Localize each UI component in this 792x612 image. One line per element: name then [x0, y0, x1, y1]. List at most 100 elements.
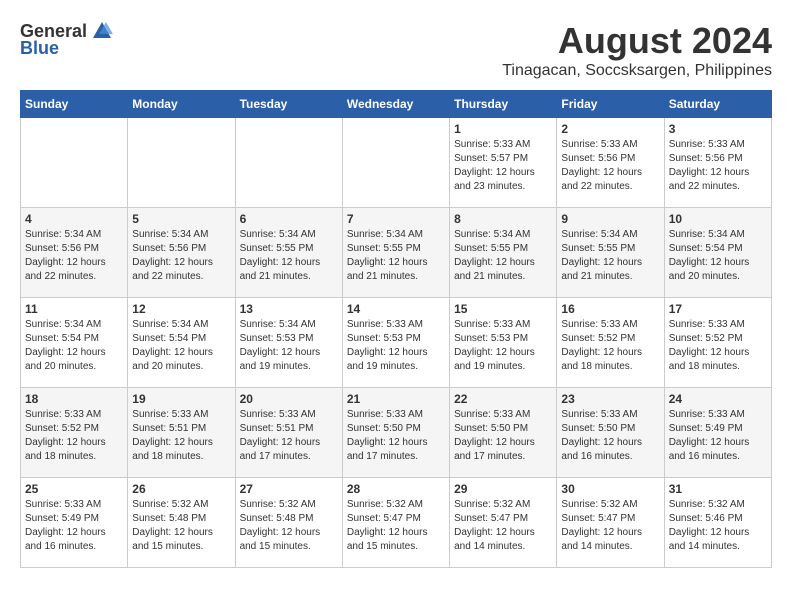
calendar-cell: [342, 118, 449, 208]
calendar-cell: [21, 118, 128, 208]
calendar-header-row: SundayMondayTuesdayWednesdayThursdayFrid…: [21, 91, 772, 118]
day-number: 12: [132, 302, 230, 316]
calendar-cell: 20 Sunrise: 5:33 AMSunset: 5:51 PMDayligh…: [235, 388, 342, 478]
day-number: 8: [454, 212, 552, 226]
calendar-cell: 16 Sunrise: 5:33 AMSunset: 5:52 PMDayligh…: [557, 298, 664, 388]
calendar-header-monday: Monday: [128, 91, 235, 118]
calendar-cell: 30 Sunrise: 5:32 AMSunset: 5:47 PMDayligh…: [557, 478, 664, 568]
calendar-header-sunday: Sunday: [21, 91, 128, 118]
day-number: 11: [25, 302, 123, 316]
day-number: 22: [454, 392, 552, 406]
day-info: Sunrise: 5:34 AMSunset: 5:54 PMDaylight:…: [669, 228, 767, 284]
day-number: 5: [132, 212, 230, 226]
calendar-cell: 13 Sunrise: 5:34 AMSunset: 5:53 PMDayligh…: [235, 298, 342, 388]
title-section: August 2024 Tinagacan, Soccsksargen, Phi…: [502, 20, 772, 80]
calendar-cell: 1 Sunrise: 5:33 AMSunset: 5:57 PMDaylight…: [450, 118, 557, 208]
day-info: Sunrise: 5:34 AMSunset: 5:55 PMDaylight:…: [561, 228, 659, 284]
calendar-week-2: 4 Sunrise: 5:34 AMSunset: 5:56 PMDaylight…: [21, 208, 772, 298]
day-info: Sunrise: 5:32 AMSunset: 5:48 PMDaylight:…: [132, 498, 230, 554]
day-info: Sunrise: 5:33 AMSunset: 5:51 PMDaylight:…: [132, 408, 230, 464]
day-number: 7: [347, 212, 445, 226]
day-number: 26: [132, 482, 230, 496]
day-number: 23: [561, 392, 659, 406]
day-info: Sunrise: 5:34 AMSunset: 5:56 PMDaylight:…: [25, 228, 123, 284]
day-number: 3: [669, 122, 767, 136]
day-info: Sunrise: 5:32 AMSunset: 5:47 PMDaylight:…: [347, 498, 445, 554]
day-number: 14: [347, 302, 445, 316]
calendar-cell: 22 Sunrise: 5:33 AMSunset: 5:50 PMDayligh…: [450, 388, 557, 478]
day-number: 18: [25, 392, 123, 406]
day-number: 16: [561, 302, 659, 316]
calendar-header-thursday: Thursday: [450, 91, 557, 118]
day-info: Sunrise: 5:34 AMSunset: 5:54 PMDaylight:…: [25, 318, 123, 374]
day-number: 20: [240, 392, 338, 406]
calendar-cell: 3 Sunrise: 5:33 AMSunset: 5:56 PMDaylight…: [664, 118, 771, 208]
day-info: Sunrise: 5:33 AMSunset: 5:56 PMDaylight:…: [669, 138, 767, 194]
day-info: Sunrise: 5:33 AMSunset: 5:51 PMDaylight:…: [240, 408, 338, 464]
calendar-header-saturday: Saturday: [664, 91, 771, 118]
day-number: 17: [669, 302, 767, 316]
calendar-cell: 17 Sunrise: 5:33 AMSunset: 5:52 PMDayligh…: [664, 298, 771, 388]
day-number: 21: [347, 392, 445, 406]
day-info: Sunrise: 5:32 AMSunset: 5:47 PMDaylight:…: [561, 498, 659, 554]
calendar-cell: 26 Sunrise: 5:32 AMSunset: 5:48 PMDayligh…: [128, 478, 235, 568]
day-number: 4: [25, 212, 123, 226]
calendar-cell: 10Sunrise: 5:34 AMSunset: 5:54 PMDayligh…: [664, 208, 771, 298]
calendar: SundayMondayTuesdayWednesdayThursdayFrid…: [20, 90, 772, 568]
day-number: 27: [240, 482, 338, 496]
calendar-header-tuesday: Tuesday: [235, 91, 342, 118]
calendar-cell: 14 Sunrise: 5:33 AMSunset: 5:53 PMDayligh…: [342, 298, 449, 388]
calendar-cell: 31 Sunrise: 5:32 AMSunset: 5:46 PMDayligh…: [664, 478, 771, 568]
day-number: 24: [669, 392, 767, 406]
calendar-cell: 29 Sunrise: 5:32 AMSunset: 5:47 PMDayligh…: [450, 478, 557, 568]
day-info: Sunrise: 5:34 AMSunset: 5:56 PMDaylight:…: [132, 228, 230, 284]
day-number: 25: [25, 482, 123, 496]
day-number: 30: [561, 482, 659, 496]
calendar-cell: 24 Sunrise: 5:33 AMSunset: 5:49 PMDayligh…: [664, 388, 771, 478]
logo: General Blue: [20, 20, 113, 59]
day-info: Sunrise: 5:33 AMSunset: 5:52 PMDaylight:…: [561, 318, 659, 374]
calendar-week-4: 18Sunrise: 5:33 AMSunset: 5:52 PMDayligh…: [21, 388, 772, 478]
calendar-cell: 23Sunrise: 5:33 AMSunset: 5:50 PMDayligh…: [557, 388, 664, 478]
day-info: Sunrise: 5:33 AMSunset: 5:56 PMDaylight:…: [561, 138, 659, 194]
day-info: Sunrise: 5:33 AMSunset: 5:49 PMDaylight:…: [669, 408, 767, 464]
calendar-cell: 11 Sunrise: 5:34 AMSunset: 5:54 PMDayligh…: [21, 298, 128, 388]
calendar-cell: 15 Sunrise: 5:33 AMSunset: 5:53 PMDayligh…: [450, 298, 557, 388]
day-number: 1: [454, 122, 552, 136]
day-number: 15: [454, 302, 552, 316]
day-number: 29: [454, 482, 552, 496]
calendar-week-3: 11 Sunrise: 5:34 AMSunset: 5:54 PMDayligh…: [21, 298, 772, 388]
day-info: Sunrise: 5:34 AMSunset: 5:55 PMDaylight:…: [240, 228, 338, 284]
calendar-cell: 25 Sunrise: 5:33 AMSunset: 5:49 PMDayligh…: [21, 478, 128, 568]
calendar-cell: 9 Sunrise: 5:34 AMSunset: 5:55 PMDaylight…: [557, 208, 664, 298]
calendar-cell: 18Sunrise: 5:33 AMSunset: 5:52 PMDayligh…: [21, 388, 128, 478]
day-number: 13: [240, 302, 338, 316]
header: General Blue August 2024 Tinagacan, Socc…: [20, 20, 772, 80]
logo-blue: Blue: [20, 38, 59, 59]
day-info: Sunrise: 5:33 AMSunset: 5:49 PMDaylight:…: [25, 498, 123, 554]
calendar-header-friday: Friday: [557, 91, 664, 118]
day-info: Sunrise: 5:32 AMSunset: 5:47 PMDaylight:…: [454, 498, 552, 554]
day-info: Sunrise: 5:33 AMSunset: 5:53 PMDaylight:…: [347, 318, 445, 374]
calendar-cell: 19Sunrise: 5:33 AMSunset: 5:51 PMDayligh…: [128, 388, 235, 478]
calendar-cell: 28Sunrise: 5:32 AMSunset: 5:47 PMDayligh…: [342, 478, 449, 568]
calendar-cell: 7Sunrise: 5:34 AMSunset: 5:55 PMDaylight…: [342, 208, 449, 298]
day-info: Sunrise: 5:33 AMSunset: 5:50 PMDaylight:…: [454, 408, 552, 464]
day-info: Sunrise: 5:34 AMSunset: 5:53 PMDaylight:…: [240, 318, 338, 374]
day-number: 9: [561, 212, 659, 226]
day-info: Sunrise: 5:32 AMSunset: 5:46 PMDaylight:…: [669, 498, 767, 554]
calendar-cell: 5 Sunrise: 5:34 AMSunset: 5:56 PMDaylight…: [128, 208, 235, 298]
day-info: Sunrise: 5:33 AMSunset: 5:57 PMDaylight:…: [454, 138, 552, 194]
day-info: Sunrise: 5:33 AMSunset: 5:52 PMDaylight:…: [669, 318, 767, 374]
day-number: 31: [669, 482, 767, 496]
logo-icon: [91, 20, 113, 42]
calendar-cell: 12 Sunrise: 5:34 AMSunset: 5:54 PMDayligh…: [128, 298, 235, 388]
calendar-week-5: 25 Sunrise: 5:33 AMSunset: 5:49 PMDayligh…: [21, 478, 772, 568]
month-title: August 2024: [502, 20, 772, 62]
day-info: Sunrise: 5:33 AMSunset: 5:53 PMDaylight:…: [454, 318, 552, 374]
calendar-cell: [128, 118, 235, 208]
calendar-cell: 21Sunrise: 5:33 AMSunset: 5:50 PMDayligh…: [342, 388, 449, 478]
calendar-cell: [235, 118, 342, 208]
day-info: Sunrise: 5:34 AMSunset: 5:55 PMDaylight:…: [454, 228, 552, 284]
day-info: Sunrise: 5:34 AMSunset: 5:54 PMDaylight:…: [132, 318, 230, 374]
